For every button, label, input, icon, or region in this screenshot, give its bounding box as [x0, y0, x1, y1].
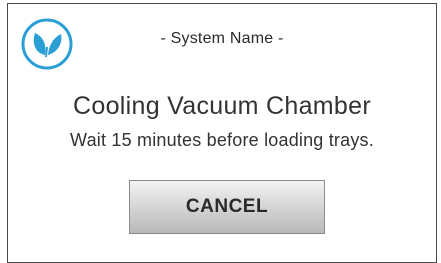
dialog-message: Wait 15 minutes before loading trays.: [70, 130, 374, 150]
dialog-title: Cooling Vacuum Chamber: [73, 92, 371, 120]
cooling-dialog: - System Name - Cooling Vacuum Chamber W…: [7, 3, 437, 263]
cancel-button-label: CANCEL: [185, 196, 269, 217]
system-name-label: - System Name -: [160, 30, 284, 47]
cancel-button[interactable]: CANCEL: [129, 180, 325, 234]
